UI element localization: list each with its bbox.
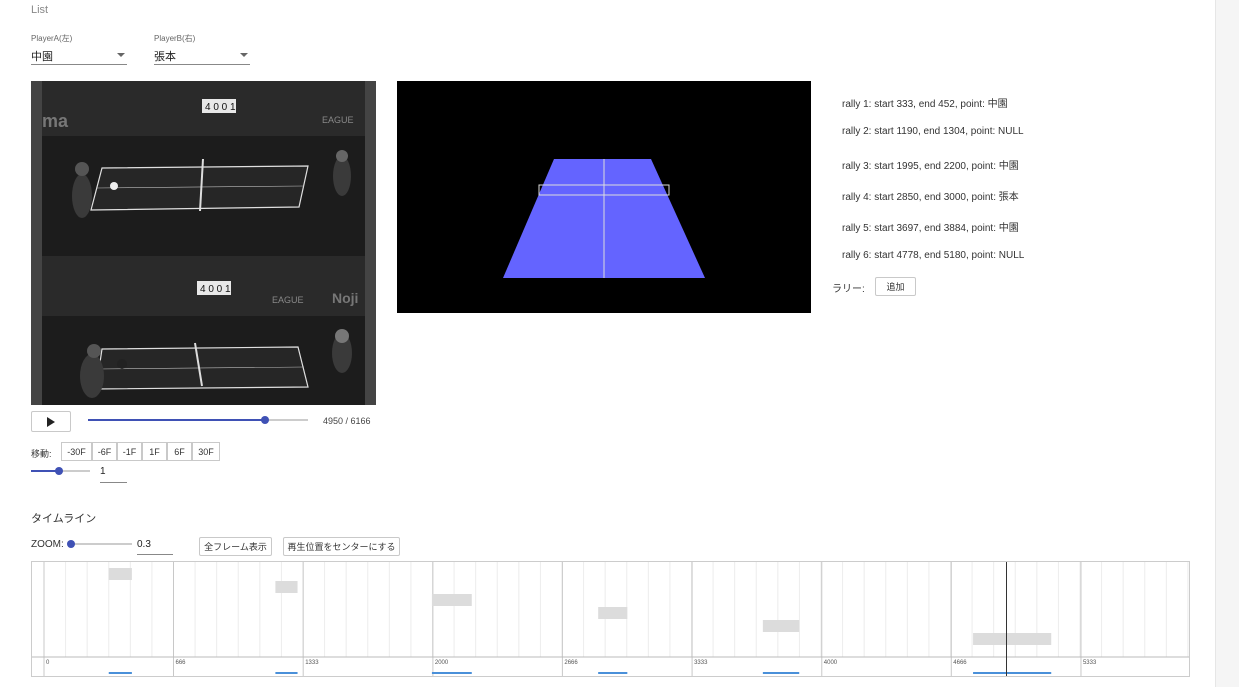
- step-plus-1-button[interactable]: 1F: [142, 442, 167, 461]
- zoom-label: ZOOM:: [31, 539, 64, 550]
- tick-label: 4000: [824, 660, 838, 666]
- play-button[interactable]: [31, 411, 71, 432]
- frame-counter: 4950 / 6166: [323, 416, 371, 426]
- center-playhead-button[interactable]: 再生位置をセンターにする: [283, 537, 400, 556]
- player-a-label: PlayerA(左): [31, 34, 73, 43]
- chevron-down-icon: [117, 53, 125, 57]
- step-minus-30-button[interactable]: -30F: [61, 442, 92, 461]
- player-a-select[interactable]: PlayerA(左) 中園: [31, 33, 127, 65]
- player-b-underline: [154, 64, 250, 65]
- step-minus-6-button[interactable]: -6F: [92, 442, 117, 461]
- player-a-value: 中園: [31, 51, 53, 63]
- video-frame: 4 0 0 1 ma EAGUE 4 0 0 1 EAGUE Noji: [42, 81, 365, 405]
- tick-label: 3333: [694, 660, 708, 666]
- timeline[interactable]: 0 666 1333 2000 2666 3333 4000 4666 5333: [31, 561, 1190, 677]
- zoom-thumb[interactable]: [67, 540, 75, 548]
- rally-marker: [108, 672, 132, 674]
- rally-block: [275, 581, 298, 593]
- list-item: rally 2: start 1190, end 1304, point: NU…: [842, 126, 1024, 137]
- rally-block: [973, 633, 1052, 645]
- rally-marker: [598, 672, 628, 674]
- timeline-canvas[interactable]: 0 666 1333 2000 2666 3333 4000 4666 5333: [32, 562, 1189, 676]
- player-b-label: PlayerB(右): [154, 34, 196, 43]
- rally-block: [762, 620, 800, 632]
- tick-label: 5333: [1083, 660, 1097, 666]
- banner-right: EAGUE: [322, 115, 354, 125]
- add-rally-button[interactable]: 追加: [875, 277, 916, 296]
- play-icon: [47, 416, 55, 427]
- zoom-track: [70, 543, 132, 545]
- scoreboard-top: 4 0 0 1: [205, 102, 236, 113]
- list-item: rally 5: start 3697, end 3884, point: 中園: [842, 223, 1019, 234]
- step-minus-1-button[interactable]: -1F: [117, 442, 142, 461]
- court-svg: [503, 159, 705, 278]
- rally-block: [598, 607, 628, 619]
- timeline-title: タイムライン: [31, 513, 97, 525]
- step-thumb[interactable]: [55, 467, 63, 475]
- chevron-down-icon: [240, 53, 248, 57]
- list-item: rally 1: start 333, end 452, point: 中園: [842, 99, 1008, 110]
- step-plus-6-button[interactable]: 6F: [167, 442, 192, 461]
- player-b-select[interactable]: PlayerB(右) 張本: [154, 33, 250, 65]
- step-size-input[interactable]: 1: [100, 466, 127, 483]
- tick-label: 4666: [953, 660, 967, 666]
- seek-thumb[interactable]: [260, 416, 269, 424]
- tick-label: 1333: [305, 660, 319, 666]
- section-label: List: [31, 4, 49, 16]
- scoreboard-bottom: 4 0 0 1: [200, 284, 231, 295]
- seek-fill: [88, 419, 265, 421]
- list-item: rally 3: start 1995, end 2200, point: 中園: [842, 161, 1019, 172]
- rally-marker: [275, 672, 298, 674]
- banner-right-bottom: EAGUE: [272, 295, 304, 305]
- tick-label: 666: [176, 660, 187, 666]
- tick-label: 2666: [564, 660, 578, 666]
- court-diagram: [397, 81, 811, 313]
- banner-left: ma: [42, 111, 69, 131]
- show-all-frames-button[interactable]: 全フレーム表示: [199, 537, 272, 556]
- tick-label: 0: [46, 660, 50, 666]
- rally-marker: [973, 672, 1052, 674]
- banner-bottom-right: Noji: [332, 290, 358, 306]
- rally-marker: [762, 672, 800, 674]
- step-label: 移動:: [31, 449, 52, 459]
- list-item: rally 6: start 4778, end 5180, point: NU…: [842, 250, 1025, 261]
- tick-label: 2000: [435, 660, 449, 666]
- page: List PlayerA(左) 中園 PlayerB(右) 張本 4 0 0 1…: [0, 0, 1216, 687]
- match-video[interactable]: 4 0 0 1 ma EAGUE 4 0 0 1 EAGUE Noji: [31, 81, 376, 405]
- list-item: rally 4: start 2850, end 3000, point: 張本: [842, 192, 1019, 203]
- step-plus-30-button[interactable]: 30F: [192, 442, 220, 461]
- player-a-underline: [31, 64, 127, 65]
- rally-add-label: ラリー:: [832, 284, 865, 295]
- rally-block: [431, 594, 472, 606]
- zoom-input[interactable]: 0.3: [137, 539, 173, 555]
- player-b-value: 張本: [154, 51, 176, 63]
- rally-marker: [431, 672, 472, 674]
- rally-block: [108, 568, 132, 580]
- video-scene: 4 0 0 1 ma EAGUE 4 0 0 1 EAGUE Noji: [42, 81, 365, 405]
